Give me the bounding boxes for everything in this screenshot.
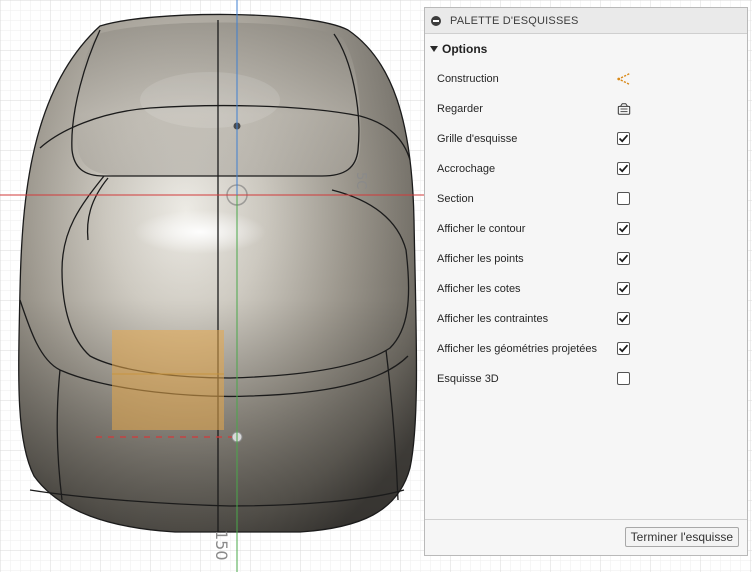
option-label: Afficher les points [437,253,524,265]
look-at-icon[interactable] [617,102,631,116]
show-constraints-checkbox[interactable] [617,312,630,325]
option-row-sketch-grid: Grille d'esquisse [425,124,747,154]
option-row-snap: Accrochage [425,154,747,184]
option-label: Afficher le contour [437,223,526,235]
option-row-show-projected-geometries: Afficher les géométries projetées [425,334,747,364]
palette-footer: Terminer l'esquisse [425,519,747,555]
3d-sketch-checkbox[interactable] [617,372,630,385]
checkmark-icon [618,254,629,263]
checkmark-icon [618,164,629,173]
options-section-header[interactable]: Options [425,34,747,64]
sketch-grid-checkbox[interactable] [617,132,630,145]
option-label: Esquisse 3D [437,373,499,385]
selection-highlight[interactable] [112,330,224,430]
3d-model-body[interactable] [18,13,418,533]
show-points-checkbox[interactable] [617,252,630,265]
caret-down-icon[interactable] [430,46,438,52]
option-label: Afficher les géométries projetées [437,343,597,355]
option-row-show-points: Afficher les points [425,244,747,274]
option-row-show-constraints: Afficher les contraintes [425,304,747,334]
partial-dimension-label[interactable]: 5C [353,172,368,189]
options-list: Construction Regarder Grille d'esquisse … [425,64,747,394]
option-label: Construction [437,73,499,85]
checkmark-icon [618,134,629,143]
checkmark-icon [618,344,629,353]
option-label: Grille d'esquisse [437,133,518,145]
palette-title: PALETTE D'ESQUISSES [450,14,579,27]
option-label: Afficher les cotes [437,283,521,295]
checkmark-icon [618,224,629,233]
section-checkbox[interactable] [617,192,630,205]
construction-icon[interactable] [617,72,631,86]
option-label: Afficher les contraintes [437,313,549,325]
show-dimensions-checkbox[interactable] [617,282,630,295]
snap-checkbox[interactable] [617,162,630,175]
option-row-show-dimensions: Afficher les cotes [425,274,747,304]
collapse-icon[interactable] [431,15,441,26]
option-row-look-at: Regarder [425,94,747,124]
options-label: Options [442,42,488,56]
finish-sketch-button[interactable]: Terminer l'esquisse [624,527,739,547]
show-projected-geometries-checkbox[interactable] [617,342,630,355]
palette-header: PALETTE D'ESQUISSES [425,8,747,34]
checkmark-icon [618,284,629,293]
option-row-3d-sketch: Esquisse 3D [425,364,747,394]
show-profile-checkbox[interactable] [617,222,630,235]
option-label: Regarder [437,103,483,115]
option-label: Accrochage [437,163,496,175]
checkmark-icon [618,314,629,323]
option-label: Section [437,193,474,205]
option-row-show-profile: Afficher le contour [425,214,747,244]
dimension-label[interactable]: 150 [212,530,231,561]
sketch-palette: PALETTE D'ESQUISSES Options Construction… [424,7,748,556]
option-row-section: Section [425,184,747,214]
option-row-construction: Construction [425,64,747,94]
